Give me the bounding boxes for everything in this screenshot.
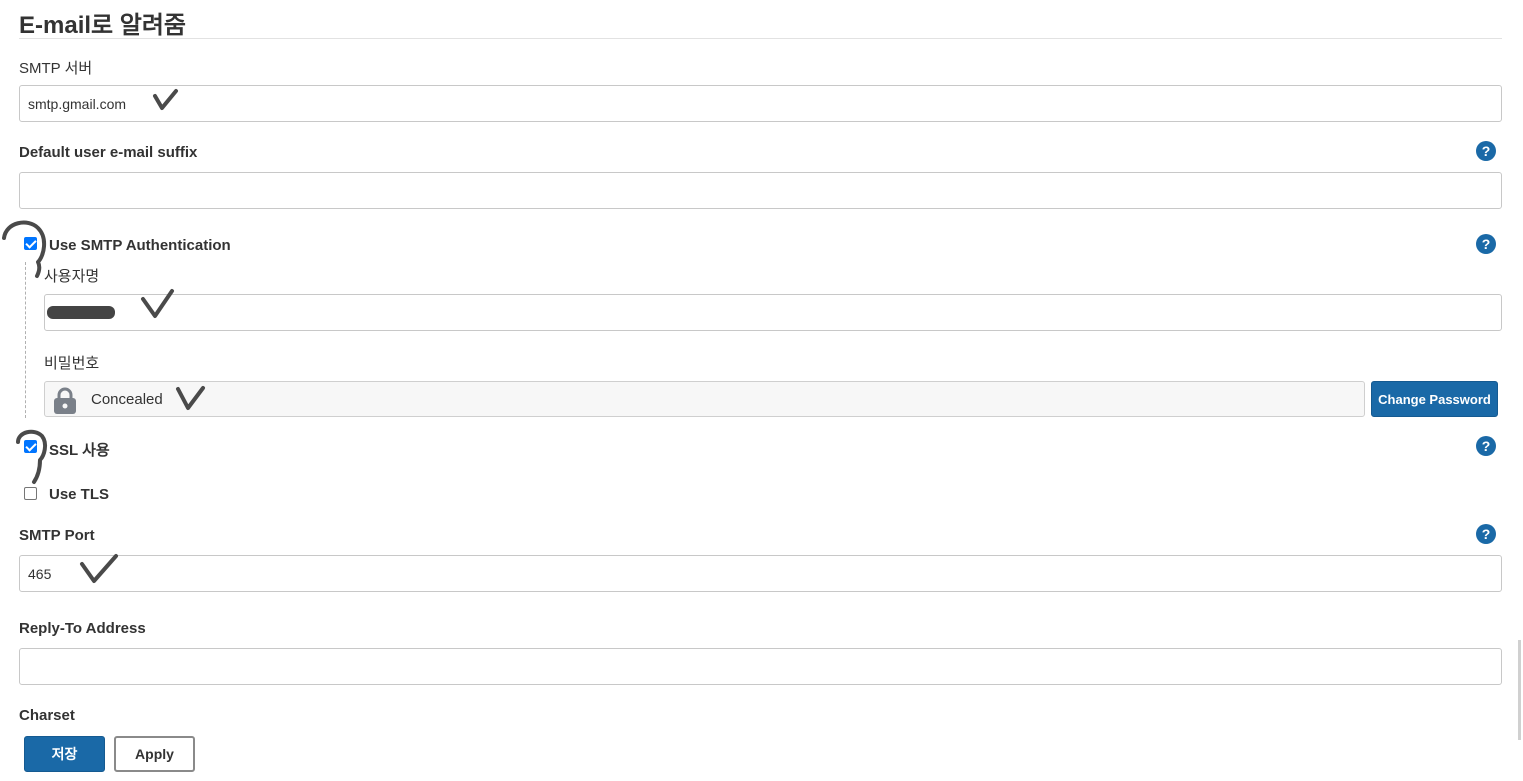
section-divider: [19, 38, 1502, 39]
username-label: 사용자명: [44, 268, 100, 285]
username-input[interactable]: [44, 294, 1502, 331]
smtp-port-input[interactable]: [19, 555, 1502, 592]
lock-icon: [54, 387, 76, 414]
help-icon[interactable]: ?: [1476, 524, 1496, 544]
help-icon[interactable]: ?: [1476, 141, 1496, 161]
ssl-label: SSL 사용: [49, 442, 110, 459]
smtp-server-label: SMTP 서버: [19, 60, 93, 77]
default-suffix-label: Default user e-mail suffix: [19, 144, 198, 161]
help-icon[interactable]: ?: [1476, 234, 1496, 254]
password-concealed-field: Concealed: [44, 381, 1365, 417]
default-suffix-input[interactable]: [19, 172, 1502, 209]
ssl-checkbox[interactable]: [24, 440, 37, 453]
password-label: 비밀번호: [44, 355, 100, 372]
change-password-button[interactable]: Change Password: [1371, 381, 1498, 417]
charset-label: Charset: [19, 707, 75, 724]
redaction-mark: [47, 306, 115, 319]
section-title: E-mail로 알려줌: [19, 12, 187, 39]
apply-button[interactable]: Apply: [114, 736, 195, 772]
scrollbar[interactable]: [1518, 640, 1521, 740]
smtp-server-input[interactable]: [19, 85, 1502, 122]
tls-checkbox[interactable]: [24, 487, 37, 500]
reply-to-input[interactable]: [19, 648, 1502, 685]
smtp-port-label: SMTP Port: [19, 527, 95, 544]
help-icon[interactable]: ?: [1476, 436, 1496, 456]
nested-group-line: [25, 262, 26, 418]
save-button[interactable]: 저장: [24, 736, 105, 772]
reply-to-label: Reply-To Address: [19, 620, 146, 637]
tls-label: Use TLS: [49, 486, 110, 503]
smtp-auth-label: Use SMTP Authentication: [49, 237, 231, 254]
concealed-text: Concealed: [91, 391, 163, 408]
smtp-auth-checkbox[interactable]: [24, 237, 37, 250]
